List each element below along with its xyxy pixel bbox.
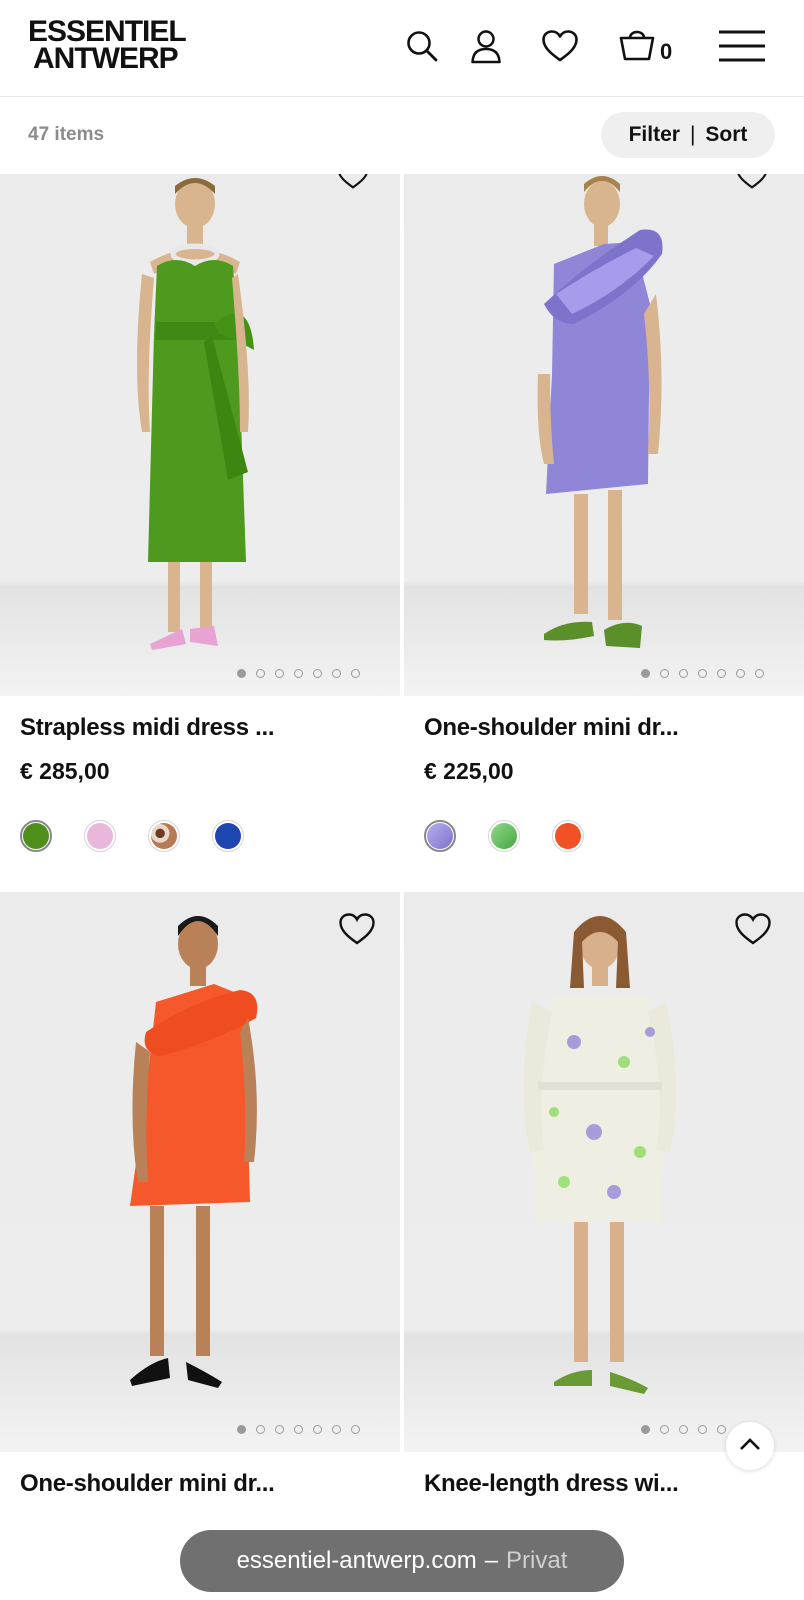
menu-hamburger-icon[interactable]: [718, 26, 766, 66]
product-price: € 225,00: [424, 758, 514, 784]
product-price: € 285,00: [20, 758, 110, 784]
logo-line-1: ESSENTIEL: [28, 15, 187, 48]
carousel-dot[interactable]: [275, 669, 284, 678]
wishlist-heart-icon[interactable]: [734, 912, 772, 946]
brand-logo[interactable]: ESSENTIEL ANTWERP: [28, 15, 187, 75]
product-image[interactable]: [0, 174, 400, 696]
carousel-dot[interactable]: [698, 669, 707, 678]
product-image[interactable]: [404, 174, 804, 696]
model-figure-printed-dress: [523, 916, 677, 1394]
product-name[interactable]: One-shoulder mini dr...: [424, 714, 679, 742]
product-name[interactable]: One-shoulder mini dr...: [20, 1470, 275, 1498]
carousel-dot[interactable]: [256, 1425, 265, 1434]
carousel-dot[interactable]: [332, 1425, 341, 1434]
logo-line-2: ANTWERP: [33, 42, 179, 75]
model-figure-green-dress: [137, 178, 254, 650]
image-carousel-dots[interactable]: [404, 669, 804, 678]
product-image[interactable]: [404, 892, 804, 1452]
carousel-dot[interactable]: [679, 669, 688, 678]
carousel-dot[interactable]: [641, 669, 650, 678]
carousel-dot[interactable]: [660, 669, 669, 678]
product-name[interactable]: Strapless midi dress ...: [20, 714, 275, 742]
carousel-dot[interactable]: [313, 669, 322, 678]
carousel-dot[interactable]: [351, 1425, 360, 1434]
filter-sort-separator: |: [689, 123, 696, 146]
browser-url: essentiel-antwerp.com: [236, 1547, 477, 1574]
model-figure-orange-dress: [130, 916, 258, 1388]
carousel-dot[interactable]: [679, 1425, 688, 1434]
cart-count: 0: [660, 39, 673, 64]
carousel-dot[interactable]: [717, 1425, 726, 1434]
product-card[interactable]: One-shoulder mini dr... € 225,00: [404, 174, 804, 874]
cart-basket-icon: [618, 26, 656, 67]
product-image[interactable]: [0, 892, 400, 1452]
image-carousel-dots[interactable]: [0, 669, 400, 678]
carousel-dot[interactable]: [660, 1425, 669, 1434]
account-icon[interactable]: [466, 26, 506, 66]
carousel-dot[interactable]: [332, 669, 341, 678]
color-swatch[interactable]: [552, 820, 584, 852]
item-count: 47 items: [28, 124, 105, 145]
color-swatch[interactable]: [212, 820, 244, 852]
wishlist-heart-icon[interactable]: [335, 174, 373, 194]
color-swatch[interactable]: [488, 820, 520, 852]
browser-url-dash: –: [484, 1547, 499, 1574]
scroll-to-top-button[interactable]: [726, 1422, 774, 1470]
carousel-dot[interactable]: [237, 669, 246, 678]
carousel-dot[interactable]: [256, 669, 265, 678]
carousel-dot[interactable]: [698, 1425, 707, 1434]
wishlist-heart-icon[interactable]: [734, 174, 772, 194]
chevron-up-icon: [739, 1437, 761, 1456]
private-mode-label: Privat: [506, 1547, 568, 1574]
color-swatch[interactable]: [84, 820, 116, 852]
wishlist-heart-icon[interactable]: [338, 912, 376, 946]
color-swatches: [20, 820, 244, 852]
carousel-dot[interactable]: [755, 669, 764, 678]
carousel-dot[interactable]: [351, 669, 360, 678]
carousel-dot[interactable]: [237, 1425, 246, 1434]
search-icon[interactable]: [402, 26, 442, 66]
product-name[interactable]: Knee-length dress wi...: [424, 1470, 679, 1498]
color-swatch[interactable]: [148, 820, 180, 852]
browser-address-pill[interactable]: essentiel-antwerp.com – Privat: [180, 1530, 624, 1592]
product-card[interactable]: Strapless midi dress ... € 285,00: [0, 174, 400, 874]
color-swatches: [424, 820, 584, 852]
wishlist-heart-icon[interactable]: [540, 26, 580, 66]
carousel-dot[interactable]: [294, 1425, 303, 1434]
carousel-dot[interactable]: [641, 1425, 650, 1434]
carousel-dot[interactable]: [736, 669, 745, 678]
cart-button[interactable]: 0: [618, 26, 678, 66]
model-figure-lilac-dress: [537, 176, 663, 648]
color-swatch[interactable]: [20, 820, 52, 852]
carousel-dot[interactable]: [275, 1425, 284, 1434]
carousel-dot[interactable]: [313, 1425, 322, 1434]
sort-label[interactable]: Sort: [705, 123, 747, 147]
filter-sort-button[interactable]: Filter | Sort: [601, 112, 775, 158]
carousel-dot[interactable]: [294, 669, 303, 678]
product-card[interactable]: Knee-length dress wi...: [404, 892, 804, 1512]
carousel-dot[interactable]: [717, 669, 726, 678]
color-swatch[interactable]: [424, 820, 456, 852]
product-card[interactable]: One-shoulder mini dr...: [0, 892, 400, 1512]
image-carousel-dots[interactable]: [0, 1425, 400, 1434]
site-header: ESSENTIEL ANTWERP 0: [0, 0, 804, 97]
filter-label[interactable]: Filter: [629, 123, 680, 147]
